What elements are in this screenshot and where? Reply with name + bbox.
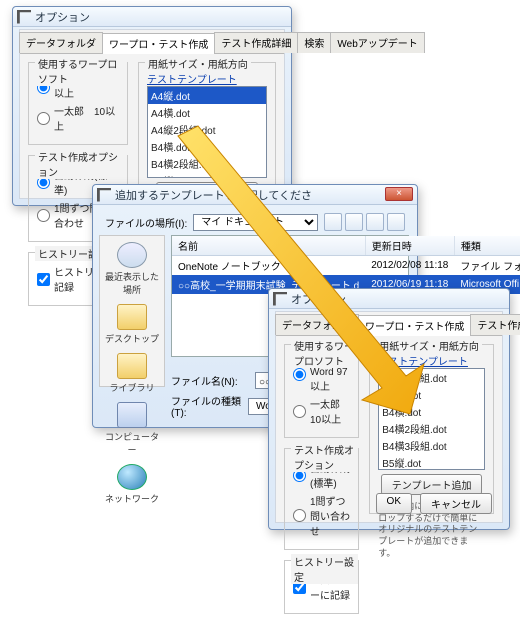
- up-icon[interactable]: [345, 213, 363, 231]
- dialog-title: オプション: [35, 9, 90, 25]
- tab-strip: データフォルダ ワープロ・テスト作成 テスト作成詳細 検索 Webアップデート: [276, 312, 502, 336]
- template-item[interactable]: A4横.dot: [379, 386, 484, 403]
- tab-strip: データフォルダ ワープロ・テスト作成 テスト作成詳細 検索 Webアップデート: [20, 30, 284, 54]
- template-item[interactable]: A4縦2段組.dot: [148, 121, 266, 138]
- hist-legend: ヒストリー設定: [291, 554, 358, 584]
- template-item[interactable]: A4縦.dot: [148, 87, 266, 104]
- col-name[interactable]: 名前: [172, 236, 365, 256]
- back-icon[interactable]: [324, 213, 342, 231]
- test-legend: テスト作成オプション: [35, 149, 127, 179]
- tab-test-detail[interactable]: テスト作成詳細: [470, 314, 520, 335]
- location-combo[interactable]: マイ ドキュメント: [193, 214, 318, 231]
- place-libraries[interactable]: ライブラリ: [103, 353, 161, 394]
- options-dialog-top: オプション データフォルダ ワープロ・テスト作成 テスト作成詳細 検索 Webア…: [12, 6, 292, 206]
- place-desktop[interactable]: デスクトップ: [103, 304, 161, 345]
- tab-wp-test[interactable]: ワープロ・テスト作成: [358, 315, 471, 336]
- group-history: ヒストリー設定 ヒストリーに記録: [284, 560, 359, 614]
- template-item[interactable]: A4横.dot: [148, 104, 266, 121]
- place-recent[interactable]: 最近表示した場所: [103, 242, 161, 296]
- group-wordprocessor: 使用するワープロソフト MS-Word 97以上 一太郎 10以上: [284, 344, 359, 438]
- col-type[interactable]: 種類: [454, 236, 520, 256]
- wp-legend: 使用するワープロソフト: [35, 56, 127, 86]
- template-label: テストテンプレート: [378, 353, 485, 368]
- template-item[interactable]: B4横3段組.dot: [379, 437, 484, 454]
- tab-test-detail[interactable]: テスト作成詳細: [214, 32, 298, 53]
- place-network[interactable]: ネットワーク: [103, 464, 161, 505]
- file-row[interactable]: OneNote ノートブック2012/02/08 11:18ファイル フォ: [172, 256, 520, 276]
- filename-label: ファイル名(N):: [171, 373, 249, 388]
- file-toolbar: [324, 213, 405, 231]
- radio-1q[interactable]: 1問ずつ問い合わせ: [293, 493, 350, 538]
- app-icon: [273, 292, 287, 306]
- location-label: ファイルの場所(I):: [105, 215, 187, 230]
- template-item[interactable]: A4縦2段組.dot: [379, 369, 484, 386]
- views-icon[interactable]: [387, 213, 405, 231]
- radio-ichitaro[interactable]: 一太郎 10以上: [37, 103, 119, 133]
- app-icon: [97, 188, 111, 202]
- add-template-button[interactable]: テンプレート追加: [381, 474, 483, 495]
- col-date[interactable]: 更新日時: [365, 236, 454, 256]
- test-legend: テスト作成オプション: [291, 442, 358, 472]
- group-test-option: テスト作成オプション 自動作成(標準) 1問ずつ問い合わせ: [284, 448, 359, 550]
- place-computer[interactable]: コンピューター: [103, 402, 161, 456]
- filetype-label: ファイルの種類(T):: [171, 393, 242, 419]
- group-paper: 用紙サイズ・用紙方向 テストテンプレート A4縦2段組.dotA4横.dotB4…: [369, 344, 494, 514]
- tab-webupdate[interactable]: Webアップデート: [330, 32, 424, 53]
- tab-wp-test[interactable]: ワープロ・テスト作成: [102, 33, 215, 54]
- radio-ichitaro[interactable]: 一太郎 10以上: [293, 396, 350, 426]
- template-item[interactable]: B5縦.dot: [379, 454, 484, 470]
- template-item[interactable]: B4横.dot: [148, 138, 266, 155]
- ok-button[interactable]: OK: [376, 493, 412, 514]
- tab-datafolder[interactable]: データフォルダ: [275, 314, 359, 335]
- tab-datafolder[interactable]: データフォルダ: [19, 32, 103, 53]
- template-item[interactable]: B4横2段組.dot: [379, 420, 484, 437]
- template-listbox[interactable]: A4縦.dotA4横.dotA4縦2段組.dotB4横.dotB4横2段組.do…: [147, 86, 267, 178]
- app-icon: [17, 10, 31, 24]
- wp-legend: 使用するワープロソフト: [291, 338, 358, 368]
- tab-search[interactable]: 検索: [297, 32, 331, 53]
- dialog-title: オプション: [291, 291, 346, 307]
- template-item[interactable]: B4横2段組.dot: [148, 155, 266, 172]
- group-wordprocessor: 使用するワープロソフト MS-Word 97以上 一太郎 10以上: [28, 62, 128, 145]
- template-item[interactable]: B4横.dot: [379, 403, 484, 420]
- template-label: テストテンプレート: [147, 71, 267, 86]
- newfolder-icon[interactable]: [366, 213, 384, 231]
- template-item[interactable]: B5縦.dot: [148, 172, 266, 178]
- options-dialog-bottom: オプション データフォルダ ワープロ・テスト作成 テスト作成詳細 検索 Webア…: [268, 288, 510, 530]
- paper-legend: 用紙サイズ・用紙方向: [376, 338, 482, 353]
- template-listbox[interactable]: A4縦2段組.dotA4横.dotB4横.dotB4横2段組.dotB4横3段組…: [378, 368, 485, 470]
- places-sidebar: 最近表示した場所 デスクトップ ライブラリ コンピューター ネットワーク: [99, 235, 165, 387]
- close-icon[interactable]: ×: [385, 187, 413, 201]
- dialog-title: 追加するテンプレートを選択してくださ: [115, 187, 312, 203]
- cancel-button[interactable]: キャンセル: [420, 493, 492, 514]
- paper-legend: 用紙サイズ・用紙方向: [145, 56, 251, 71]
